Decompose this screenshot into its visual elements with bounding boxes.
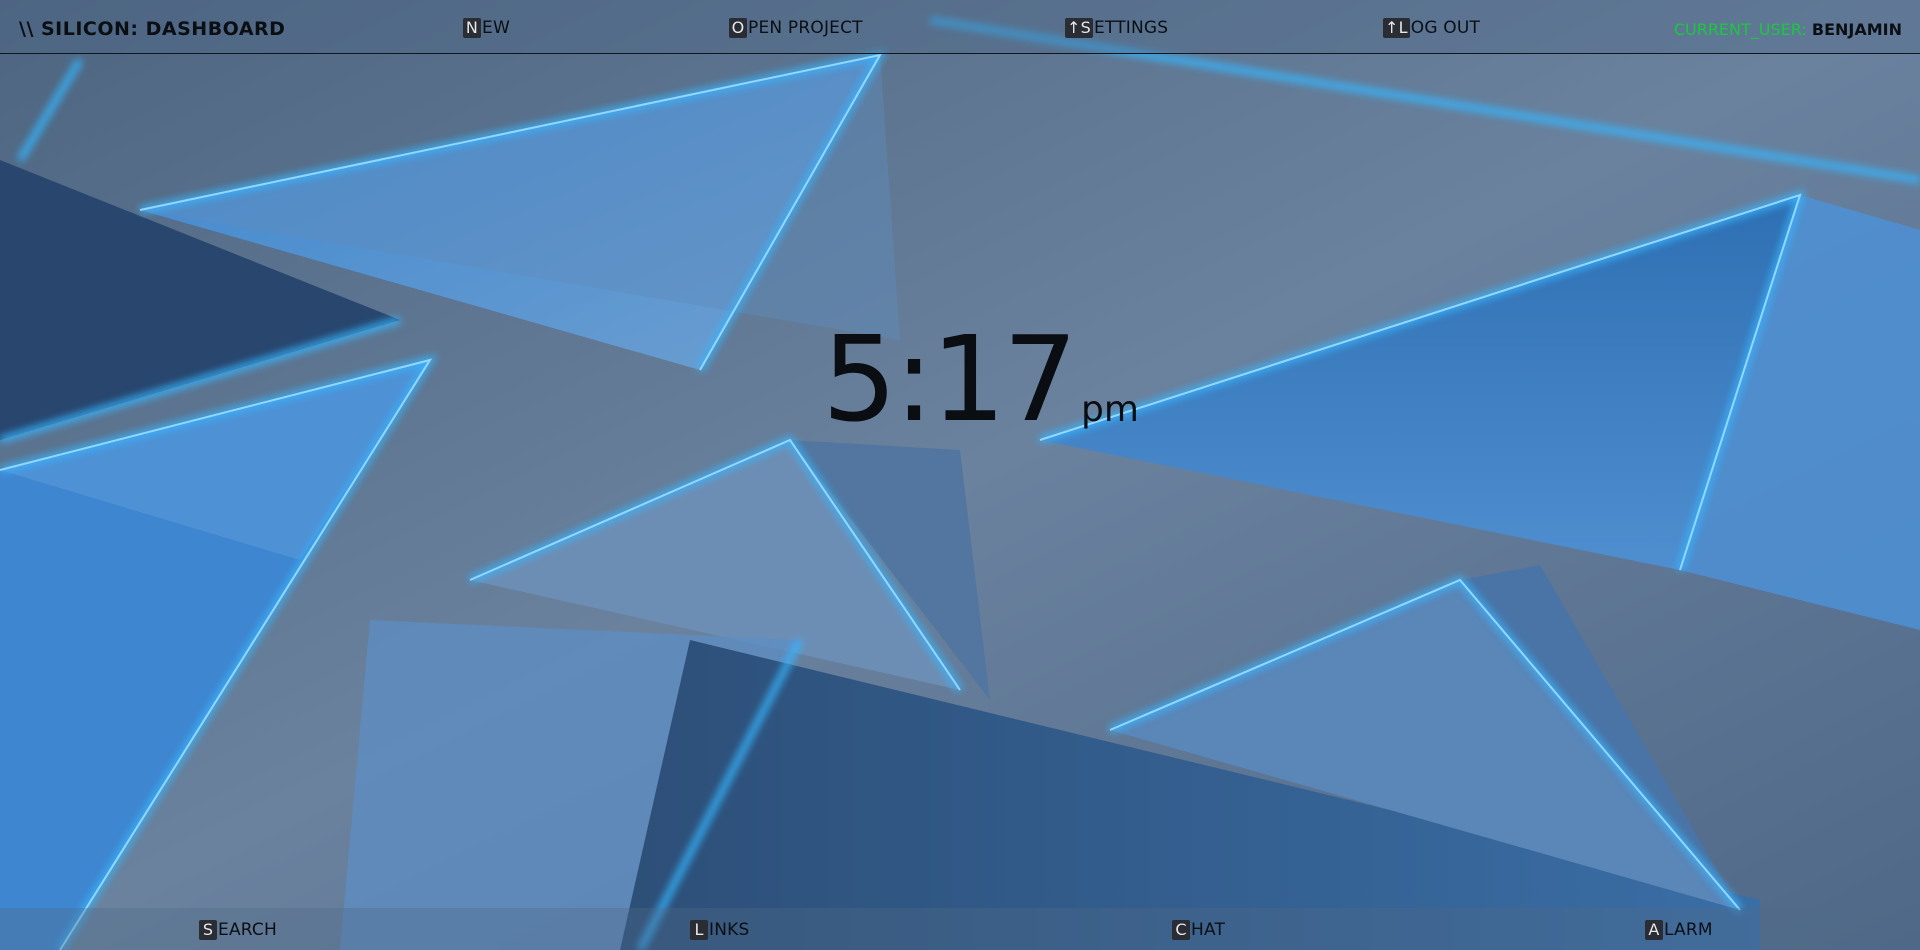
- shortcut-key: A: [1645, 920, 1663, 940]
- shortcut-key: S: [199, 920, 217, 940]
- menu-settings[interactable]: ↑S ETTINGS: [1065, 18, 1168, 38]
- bottom-menu-bar: S EARCH L INKS C HAT A LARM: [0, 908, 1920, 950]
- top-menu-bar: \\ SILICON: DASHBOARD N EW O PEN PROJECT ↑…: [0, 0, 1920, 54]
- current-user-name: BENJAMIN: [1811, 20, 1902, 39]
- menu-open-project[interactable]: O PEN PROJECT: [729, 18, 863, 38]
- menu-label: ETTINGS: [1093, 18, 1169, 38]
- shortcut-key: O: [729, 18, 747, 38]
- current-user: CURRENT_USER: BENJAMIN: [1674, 20, 1902, 39]
- menu-label: EW: [482, 18, 510, 38]
- menu-links[interactable]: L INKS: [690, 920, 749, 940]
- menu-alarm[interactable]: A LARM: [1645, 920, 1713, 940]
- shortcut-key: ↑S: [1065, 18, 1093, 38]
- menu-chat[interactable]: C HAT: [1172, 920, 1225, 940]
- wallpaper-background: [0, 0, 1920, 950]
- current-user-label: CURRENT_USER:: [1673, 20, 1807, 39]
- menu-search[interactable]: S EARCH: [199, 920, 277, 940]
- shortcut-key: ↑L: [1383, 18, 1410, 38]
- clock-time: 5:17: [822, 310, 1078, 448]
- menu-label: OG OUT: [1410, 18, 1481, 38]
- app-title: \\ SILICON: DASHBOARD: [19, 18, 286, 40]
- menu-label: HAT: [1191, 920, 1226, 940]
- shortcut-key: L: [690, 920, 708, 940]
- menu-label: LARM: [1664, 920, 1713, 940]
- menu-log-out[interactable]: ↑L OG OUT: [1383, 18, 1480, 38]
- menu-label: PEN PROJECT: [748, 18, 863, 38]
- shortcut-key: C: [1172, 920, 1190, 940]
- clock-ampm: pm: [1080, 389, 1139, 430]
- clock: 5:17 pm: [822, 320, 1139, 438]
- menu-label: INKS: [709, 920, 750, 940]
- menu-new[interactable]: N EW: [463, 18, 510, 38]
- shortcut-key: N: [463, 18, 481, 38]
- menu-label: EARCH: [218, 920, 277, 940]
